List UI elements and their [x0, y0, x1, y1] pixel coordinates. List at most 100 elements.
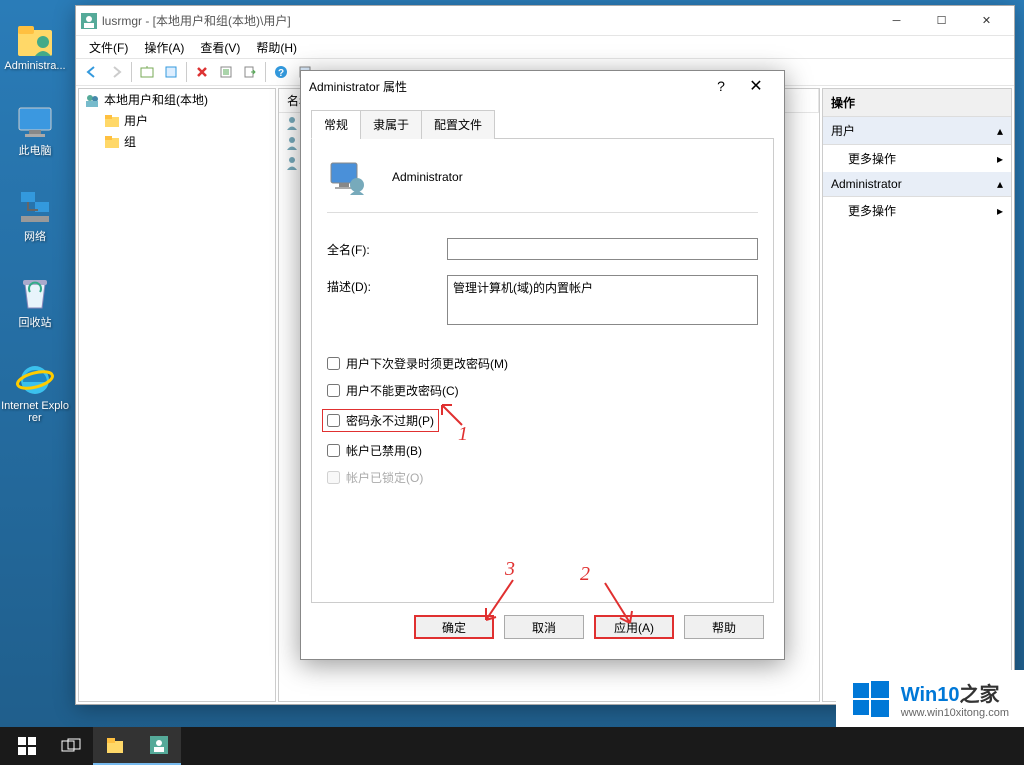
desktop-icon-network[interactable]: 网络 — [0, 188, 70, 244]
menu-action[interactable]: 操作(A) — [136, 37, 192, 58]
user-icon — [284, 115, 300, 131]
minimize-button[interactable]: ─ — [874, 7, 919, 35]
cancel-button[interactable]: 取消 — [504, 615, 584, 639]
actions-panel: 操作 用户 ▴ 更多操作 ▸ Administrator ▴ 更多操作 ▸ — [822, 88, 1012, 702]
menubar: 文件(F) 操作(A) 查看(V) 帮助(H) — [76, 36, 1014, 58]
forward-button[interactable] — [105, 61, 127, 83]
menu-view[interactable]: 查看(V) — [192, 37, 248, 58]
properties-button[interactable] — [160, 61, 182, 83]
desktop-icon-label: Administra... — [4, 60, 65, 72]
tabs: 常规 隶属于 配置文件 — [311, 109, 774, 139]
folder-icon — [104, 134, 120, 150]
chevron-right-icon: ▸ — [997, 152, 1003, 166]
network-icon — [15, 188, 55, 228]
watermark: Win10之家 www.win10xitong.com — [836, 670, 1024, 727]
checkbox-input[interactable] — [327, 444, 340, 457]
start-button[interactable] — [5, 727, 49, 765]
checkbox-cannot-change[interactable]: 用户不能更改密码(C) — [327, 382, 758, 399]
tab-content-general: Administrator 全名(F): 描述(D): 管理计算机(域)的内置帐… — [311, 139, 774, 603]
taskbar-explorer[interactable] — [93, 727, 137, 765]
dialog-body: 常规 隶属于 配置文件 Administrator 全名(F): 描述(D): … — [301, 101, 784, 659]
ie-icon — [15, 360, 55, 400]
help-button[interactable]: ? — [270, 61, 292, 83]
tree-root-label: 本地用户和组(本地) — [104, 91, 208, 108]
taskview-button[interactable] — [49, 727, 93, 765]
desktop-icon-label: Internet Explorer — [0, 400, 70, 424]
tab-general[interactable]: 常规 — [311, 110, 361, 139]
desktop-icon-admin[interactable]: Administra... — [0, 20, 70, 72]
win10-logo-icon — [851, 679, 891, 719]
up-button[interactable] — [136, 61, 158, 83]
folder-icon — [104, 113, 120, 129]
checkbox-never-expire[interactable]: 密码永不过期(P) — [322, 409, 439, 432]
folder-user-icon — [15, 20, 55, 60]
desktop: Administra... 此电脑 网络 回收站 Internet Explor… — [0, 0, 70, 700]
tree-groups-label: 组 — [124, 133, 136, 150]
checkbox-input[interactable] — [327, 384, 340, 397]
tree-users-label: 用户 — [124, 112, 148, 129]
desktop-icon-thispc[interactable]: 此电脑 — [0, 102, 70, 158]
menu-file[interactable]: 文件(F) — [81, 37, 136, 58]
dialog-close-button[interactable]: ✕ — [736, 76, 776, 96]
dialog-title: Administrator 属性 — [309, 78, 706, 95]
actions-title: 操作 — [823, 89, 1011, 117]
actions-more-2[interactable]: 更多操作 ▸ — [823, 197, 1011, 224]
watermark-url: www.win10xitong.com — [901, 707, 1009, 719]
dialog-titlebar[interactable]: Administrator 属性 ? ✕ — [301, 71, 784, 101]
svg-text:?: ? — [278, 68, 284, 79]
username-display: Administrator — [392, 170, 463, 184]
user-icon — [284, 155, 300, 171]
menu-help[interactable]: 帮助(H) — [248, 37, 305, 58]
checkbox-input[interactable] — [327, 414, 340, 427]
properties-dialog: Administrator 属性 ? ✕ 常规 隶属于 配置文件 Adminis… — [300, 70, 785, 660]
taskbar — [0, 727, 1024, 765]
desktop-icon-recycle[interactable]: 回收站 — [0, 274, 70, 330]
window-title: lusrmgr - [本地用户和组(本地)\用户] — [102, 12, 874, 29]
app-icon — [81, 13, 97, 29]
checkbox-input — [327, 471, 340, 484]
tree-panel: 本地用户和组(本地) 用户 组 — [78, 88, 276, 702]
actions-section-admin[interactable]: Administrator ▴ — [823, 172, 1011, 197]
taskbar-lusrmgr[interactable] — [137, 727, 181, 765]
chevron-right-icon: ▸ — [997, 204, 1003, 218]
tab-profile[interactable]: 配置文件 — [421, 110, 495, 139]
desktop-icon-ie[interactable]: Internet Explorer — [0, 360, 70, 424]
close-button[interactable]: ✕ — [964, 7, 1009, 35]
apply-button[interactable]: 应用(A) — [594, 615, 674, 639]
maximize-button[interactable]: ☐ — [919, 7, 964, 35]
tree-root[interactable]: 本地用户和组(本地) — [79, 89, 275, 110]
description-label: 描述(D): — [327, 275, 447, 295]
ok-button[interactable]: 确定 — [414, 615, 494, 639]
delete-button[interactable] — [191, 61, 213, 83]
desktop-icon-label: 此电脑 — [19, 142, 52, 158]
checkbox-next-logon[interactable]: 用户下次登录时须更改密码(M) — [327, 355, 758, 372]
user-icon — [284, 135, 300, 151]
tree-users[interactable]: 用户 — [79, 110, 275, 131]
checkbox-locked: 帐户已锁定(O) — [327, 469, 758, 486]
watermark-brand: Win10之家 — [901, 678, 1009, 707]
tree-groups[interactable]: 组 — [79, 131, 275, 152]
desktop-icon-label: 回收站 — [19, 314, 52, 330]
description-input[interactable]: 管理计算机(域)的内置帐户 — [447, 275, 758, 325]
dialog-buttons: 确定 取消 应用(A) 帮助 — [311, 603, 774, 651]
recycle-bin-icon — [15, 274, 55, 314]
collapse-icon: ▴ — [997, 177, 1003, 191]
checkbox-disabled[interactable]: 帐户已禁用(B) — [327, 442, 758, 459]
checkbox-input[interactable] — [327, 357, 340, 370]
dialog-help-button[interactable]: ? — [706, 78, 736, 94]
monitor-icon — [15, 102, 55, 142]
user-large-icon — [327, 157, 367, 197]
users-group-icon — [84, 92, 100, 108]
desktop-icon-label: 网络 — [24, 228, 46, 244]
actions-more-1[interactable]: 更多操作 ▸ — [823, 145, 1011, 172]
titlebar[interactable]: lusrmgr - [本地用户和组(本地)\用户] ─ ☐ ✕ — [76, 6, 1014, 36]
collapse-icon: ▴ — [997, 124, 1003, 138]
tab-memberof[interactable]: 隶属于 — [360, 110, 422, 139]
help-button[interactable]: 帮助 — [684, 615, 764, 639]
refresh-button[interactable] — [215, 61, 237, 83]
export-button[interactable] — [239, 61, 261, 83]
fullname-input[interactable] — [447, 238, 758, 260]
actions-section-users[interactable]: 用户 ▴ — [823, 117, 1011, 145]
back-button[interactable] — [81, 61, 103, 83]
fullname-label: 全名(F): — [327, 238, 447, 258]
